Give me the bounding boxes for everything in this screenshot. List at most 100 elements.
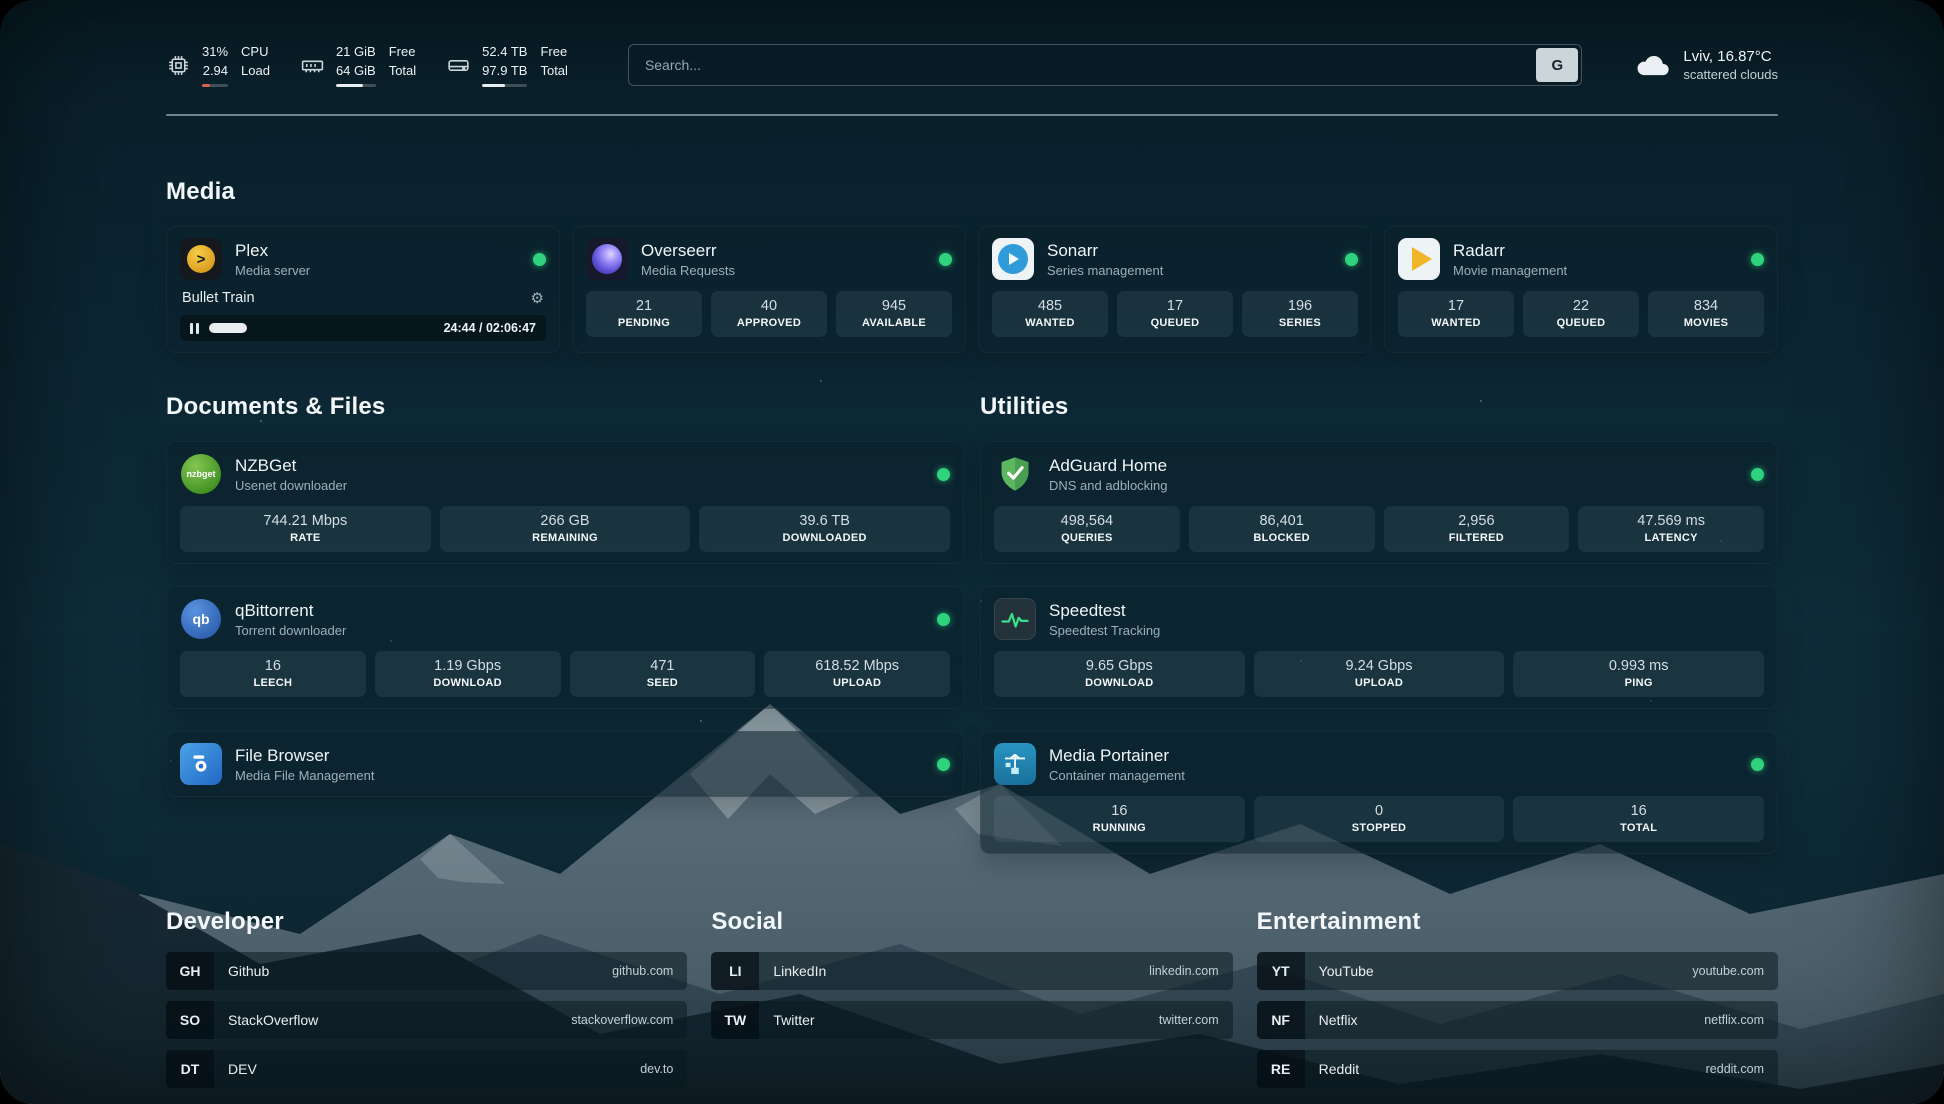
stat-box: 744.21 Mbps RATE (180, 506, 431, 552)
stat-box: 21 PENDING (586, 291, 702, 337)
card-filebrowser[interactable]: File Browser Media File Management (166, 731, 964, 797)
disk-values: 52.4 TB 97.9 TB (482, 43, 527, 86)
disk-widget: 52.4 TB 97.9 TB Free Total (446, 43, 568, 86)
disk-labels: Free Total (540, 43, 567, 86)
dashboard-screen: 31% 2.94 CPU Load (0, 0, 1944, 1104)
stat-box: 22 QUEUED (1523, 291, 1639, 337)
memory-values: 21 GiB 64 GiB (336, 43, 376, 86)
bookmarks-entertainment: Entertainment YT YouTube youtube.com NF … (1257, 908, 1778, 1088)
bookmark-reddit[interactable]: RE Reddit reddit.com (1257, 1050, 1778, 1088)
stat-box: 17 QUEUED (1117, 291, 1233, 337)
service-name: Media Portainer (1049, 746, 1185, 766)
now-playing-row: Bullet Train ⚙ (180, 289, 546, 307)
service-name: qBittorrent (235, 601, 346, 621)
status-dot (1751, 758, 1764, 771)
stat-box: 16 LEECH (180, 651, 366, 697)
stat-box: 618.52 Mbps UPLOAD (764, 651, 950, 697)
filebrowser-icon (180, 743, 222, 785)
search-provider-button[interactable]: G (1536, 48, 1578, 82)
stat-box: 266 GB REMAINING (440, 506, 691, 552)
weather-text: Lviv, 16.87°C scattered clouds (1683, 48, 1778, 82)
status-dot (937, 468, 950, 481)
card-portainer[interactable]: Media Portainer Container management 16 … (980, 731, 1778, 854)
card-nzbget[interactable]: nzbget NZBGet Usenet downloader 744.21 M… (166, 441, 964, 564)
stat-box: 2,956 FILTERED (1384, 506, 1570, 552)
service-desc: Torrent downloader (235, 623, 346, 638)
playback-progress (209, 323, 247, 333)
status-dot (1751, 253, 1764, 266)
system-resources: 31% 2.94 CPU Load (166, 43, 568, 86)
service-desc: Media Requests (641, 263, 735, 278)
cpu-usage-bar (202, 84, 228, 87)
stat-box: 9.65 Gbps DOWNLOAD (994, 651, 1245, 697)
bookmark-stackoverflow[interactable]: SO StackOverflow stackoverflow.com (166, 1001, 687, 1039)
stat-box: 39.6 TB DOWNLOADED (699, 506, 950, 552)
stat-box: 17 WANTED (1398, 291, 1514, 337)
stat-box: 40 APPROVED (711, 291, 827, 337)
weather-location: Lviv, 16.87°C (1683, 48, 1778, 65)
bookmark-dev[interactable]: DT DEV dev.to (166, 1050, 687, 1088)
bookmark-github[interactable]: GH Github github.com (166, 952, 687, 990)
service-desc: Speedtest Tracking (1049, 623, 1160, 638)
card-plex[interactable]: > Plex Media server Bullet Train ⚙ (166, 226, 560, 353)
memory-widget: 21 GiB 64 GiB Free Total (300, 43, 416, 86)
section-documents: Documents & Files nzbget NZBGet Usenet d… (166, 393, 964, 797)
card-sonarr[interactable]: Sonarr Series management 485 WANTED 17 Q… (978, 226, 1372, 353)
search-input[interactable] (632, 57, 1536, 73)
card-qbittorrent[interactable]: qb qBittorrent Torrent downloader 16 (166, 586, 964, 709)
service-desc: Movie management (1453, 263, 1567, 278)
stat-box: 485 WANTED (992, 291, 1108, 337)
card-speedtest[interactable]: Speedtest Speedtest Tracking 9.65 Gbps D… (980, 586, 1778, 709)
cpu-widget: 31% 2.94 CPU Load (166, 43, 270, 86)
cpu-labels: CPU Load (241, 43, 270, 86)
plex-icon: > (180, 238, 222, 280)
weather-widget: Lviv, 16.87°C scattered clouds (1634, 48, 1778, 82)
stat-box: 0.993 ms PING (1513, 651, 1764, 697)
search-bar[interactable]: G (628, 44, 1582, 86)
service-desc: Container management (1049, 768, 1185, 783)
card-adguard[interactable]: AdGuard Home DNS and adblocking 498,564 … (980, 441, 1778, 564)
gear-icon[interactable]: ⚙ (531, 289, 544, 307)
service-name: Radarr (1453, 241, 1567, 261)
bookmark-linkedin[interactable]: LI LinkedIn linkedin.com (711, 952, 1232, 990)
stat-box: 196 SERIES (1242, 291, 1358, 337)
service-name: NZBGet (235, 456, 347, 476)
memory-icon (300, 53, 325, 78)
stat-box: 0 STOPPED (1254, 796, 1505, 842)
service-name: Sonarr (1047, 241, 1163, 261)
weather-condition: scattered clouds (1683, 67, 1778, 82)
disk-icon (446, 53, 471, 78)
overseerr-icon (586, 238, 628, 280)
snow-specks (0, 0, 2, 2)
section-title-entertainment: Entertainment (1257, 908, 1778, 936)
pause-icon[interactable] (190, 323, 199, 334)
portainer-icon (994, 743, 1036, 785)
service-name: AdGuard Home (1049, 456, 1168, 476)
bookmarks-social: Social LI LinkedIn linkedin.com TW Twitt… (711, 908, 1232, 1088)
section-title-media: Media (166, 178, 1778, 206)
stat-box: 498,564 QUERIES (994, 506, 1180, 552)
section-title-social: Social (711, 908, 1232, 936)
playback-track[interactable] (209, 323, 434, 333)
playback-bar[interactable]: 24:44 / 02:06:47 (180, 315, 546, 341)
card-overseerr[interactable]: Overseerr Media Requests 21 PENDING 40 A… (572, 226, 966, 353)
service-desc: Media File Management (235, 768, 374, 783)
memory-labels: Free Total (389, 43, 416, 86)
dashboard-content: 31% 2.94 CPU Load (166, 0, 1778, 1088)
sonarr-icon (992, 238, 1034, 280)
bookmark-youtube[interactable]: YT YouTube youtube.com (1257, 952, 1778, 990)
service-desc: Usenet downloader (235, 478, 347, 493)
stat-box: 16 RUNNING (994, 796, 1245, 842)
speedtest-icon (994, 598, 1036, 640)
service-desc: Media server (235, 263, 310, 278)
stat-box: 834 MOVIES (1648, 291, 1764, 337)
qbittorrent-icon: qb (180, 598, 222, 640)
status-dot (1751, 468, 1764, 481)
section-title-developer: Developer (166, 908, 687, 936)
stat-box: 1.19 Gbps DOWNLOAD (375, 651, 561, 697)
status-dot (939, 253, 952, 266)
card-radarr[interactable]: Radarr Movie management 17 WANTED 22 QUE… (1384, 226, 1778, 353)
stat-box: 16 TOTAL (1513, 796, 1764, 842)
bookmark-netflix[interactable]: NF Netflix netflix.com (1257, 1001, 1778, 1039)
bookmark-twitter[interactable]: TW Twitter twitter.com (711, 1001, 1232, 1039)
